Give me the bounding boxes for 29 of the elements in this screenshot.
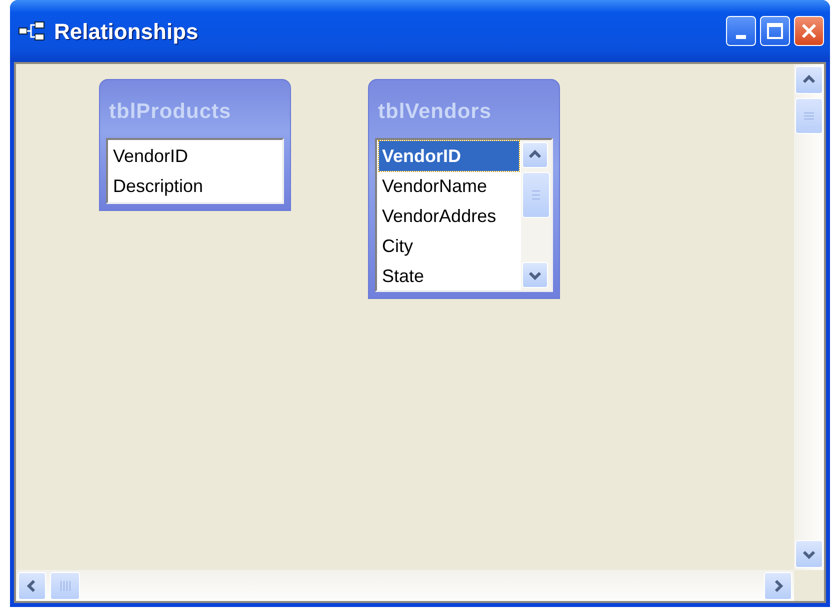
window-title: Relationships: [54, 18, 198, 46]
grip-icon: [531, 188, 541, 200]
field-item[interactable]: Description: [110, 170, 280, 200]
scroll-down-button[interactable]: [522, 262, 548, 288]
scroll-thumb[interactable]: [522, 172, 550, 218]
maximize-icon: [766, 22, 784, 40]
table-title: tblVendors: [377, 99, 493, 125]
scroll-left-button[interactable]: [18, 572, 46, 600]
scroll-up-button[interactable]: [522, 142, 548, 168]
scroll-thumb[interactable]: [795, 98, 823, 134]
close-button[interactable]: [794, 16, 824, 46]
minimize-button[interactable]: [726, 16, 756, 46]
field-item[interactable]: VendorID: [379, 140, 519, 170]
field-item[interactable]: State: [379, 260, 519, 290]
field-item[interactable]: VendorID: [110, 140, 280, 170]
minimize-icon: [736, 35, 746, 39]
relationships-icon: [18, 20, 46, 42]
grip-icon: [803, 111, 815, 121]
scroll-up-button[interactable]: [795, 66, 823, 94]
field-item[interactable]: VendorName: [379, 170, 519, 200]
scroll-thumb[interactable]: [50, 572, 80, 600]
scroll-down-button[interactable]: [795, 540, 823, 568]
grip-icon: [59, 580, 71, 592]
table-title: tblProducts: [108, 99, 232, 125]
maximize-button[interactable]: [760, 16, 790, 46]
scroll-right-button[interactable]: [764, 572, 792, 600]
field-item[interactable]: City: [379, 230, 519, 260]
close-icon: [800, 22, 818, 40]
field-item[interactable]: VendorAddres: [379, 200, 519, 230]
